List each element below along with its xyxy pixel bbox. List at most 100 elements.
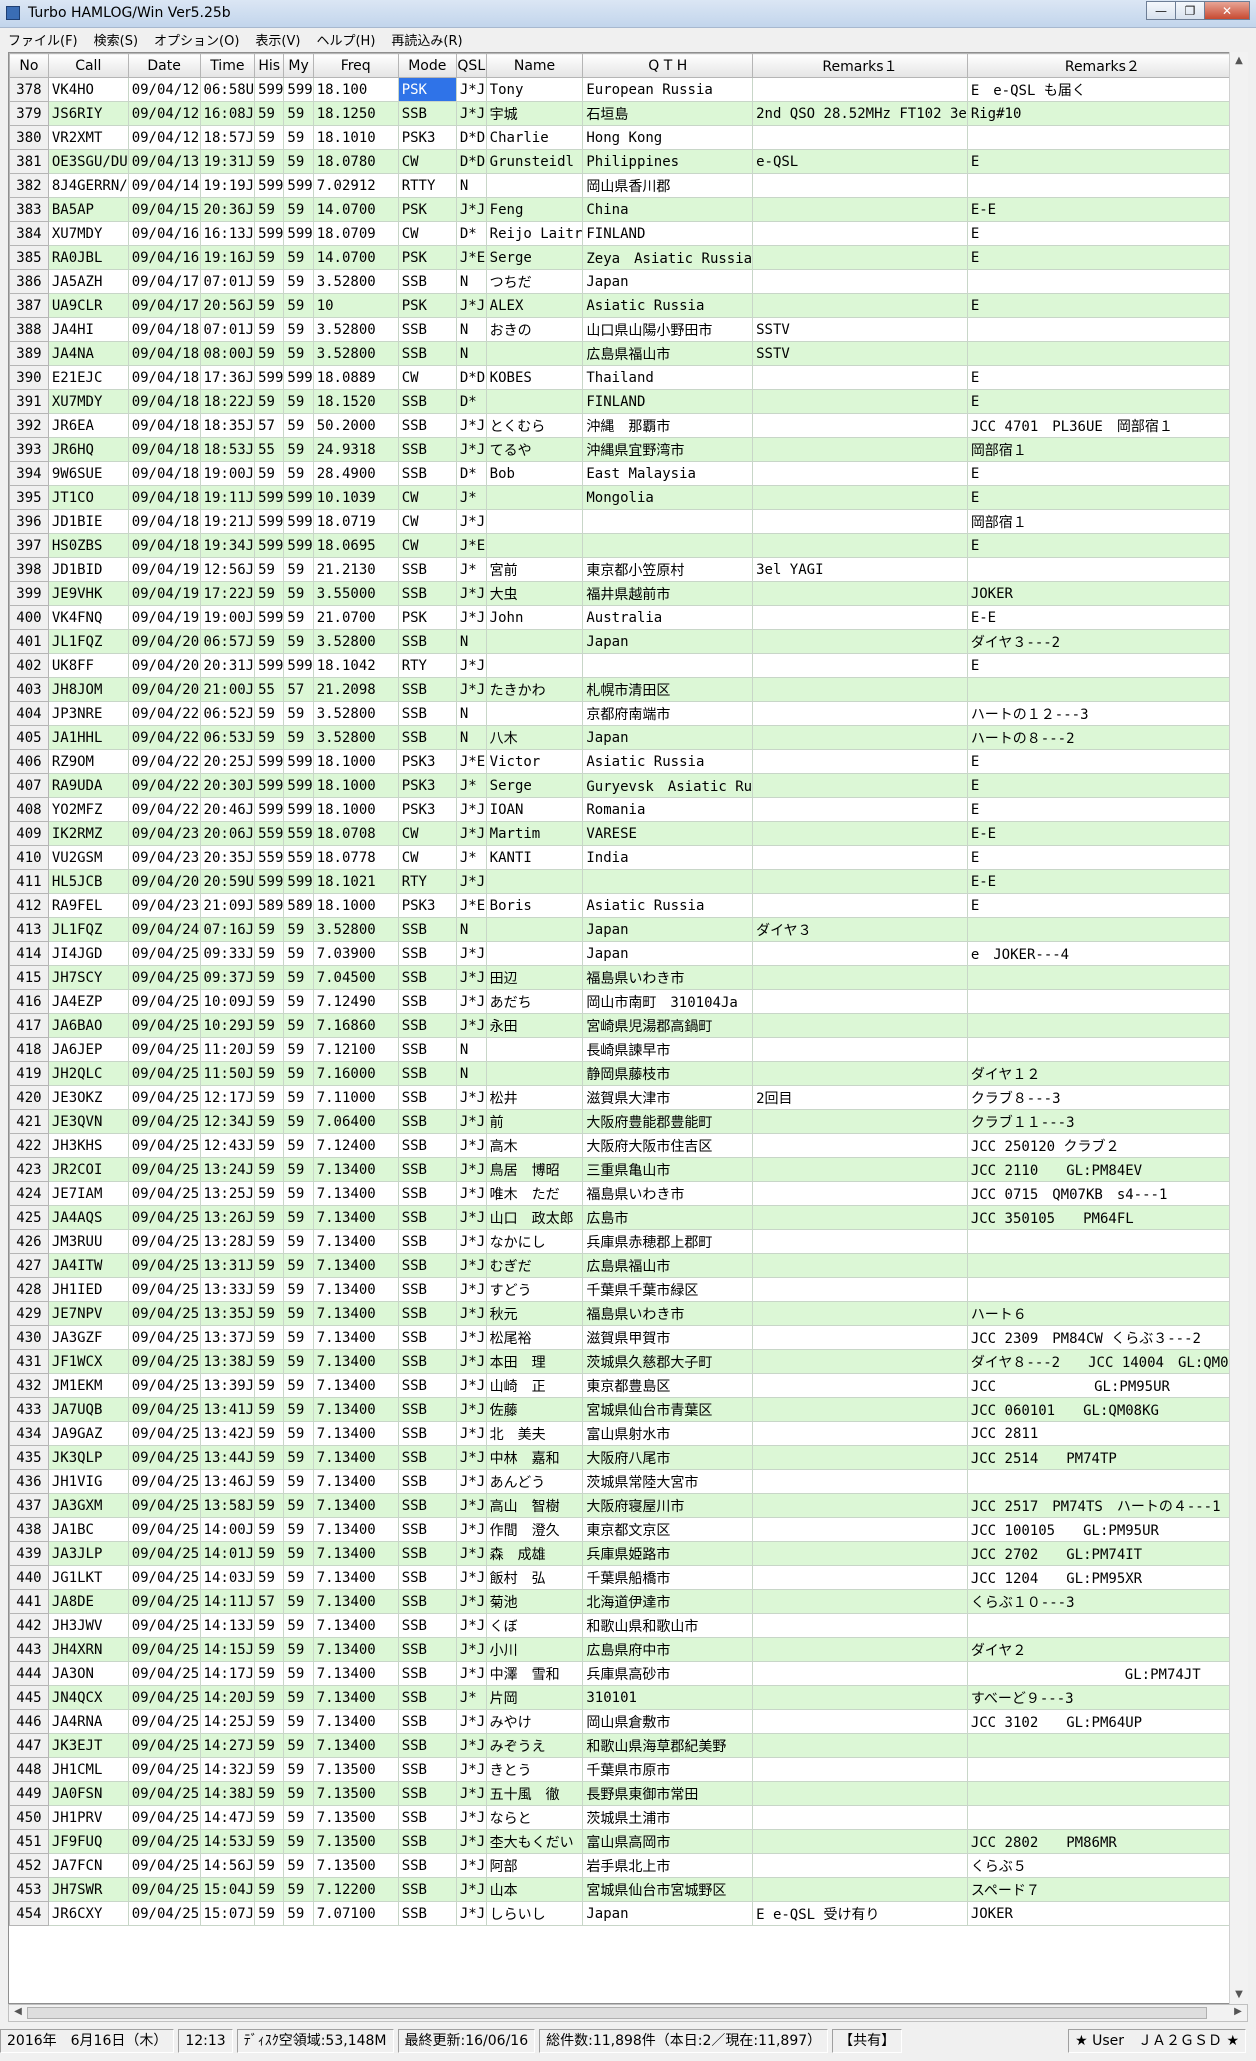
- cell-name[interactable]: Tony: [485, 77, 584, 102]
- cell-call[interactable]: JE7NPV: [47, 1301, 129, 1326]
- cell-my[interactable]: 59: [283, 1781, 314, 1806]
- cell-call[interactable]: JA4NA: [47, 341, 129, 366]
- cell-my[interactable]: 59: [283, 1685, 314, 1710]
- log-row[interactable]: 386 JA5AZH 09/04/17 07:01J 59 59 3.52800 SSB N つち…: [9, 269, 1247, 294]
- cell-time[interactable]: 17:36J: [199, 365, 256, 390]
- cell-remarks2[interactable]: JCC GL:PM95UR: [966, 1373, 1238, 1398]
- cell-remarks1[interactable]: [752, 1013, 968, 1038]
- cell-mode[interactable]: PSK3: [397, 125, 457, 150]
- cell-qth[interactable]: Asiatic Russia: [582, 293, 754, 318]
- cell-qsl[interactable]: J*J: [455, 101, 487, 126]
- cell-my[interactable]: 59: [283, 101, 314, 126]
- cell-remarks2[interactable]: [966, 1781, 1238, 1806]
- cell-freq[interactable]: 21.2130: [312, 557, 399, 582]
- cell-his[interactable]: 59: [254, 1565, 285, 1590]
- cell-his[interactable]: 599: [254, 797, 285, 822]
- cell-qth[interactable]: Thailand: [582, 365, 754, 390]
- cell-no[interactable]: 448: [9, 1757, 49, 1782]
- cell-time[interactable]: 14:00J: [199, 1517, 256, 1542]
- cell-date[interactable]: 09/04/18: [127, 509, 201, 534]
- cell-his[interactable]: 59: [254, 1037, 285, 1062]
- log-row[interactable]: 397 HS0ZBS 09/04/18 19:34J 599 599 18.0695 CW J*…: [9, 533, 1247, 558]
- cell-his[interactable]: 59: [254, 1757, 285, 1782]
- cell-call[interactable]: JE3QVN: [47, 1109, 129, 1134]
- cell-time[interactable]: 20:56J: [199, 293, 256, 318]
- cell-no[interactable]: 440: [9, 1565, 49, 1590]
- cell-time[interactable]: 14:56J: [199, 1853, 256, 1878]
- column-header-time[interactable]: Time: [199, 53, 256, 78]
- log-row[interactable]: 394 9W6SUE 09/04/18 19:00J 59 59 28.4900 SSB D* B…: [9, 461, 1247, 486]
- cell-mode[interactable]: CW: [397, 365, 457, 390]
- cell-remarks2[interactable]: E: [966, 893, 1238, 918]
- cell-freq[interactable]: 18.0780: [312, 149, 399, 174]
- cell-remarks1[interactable]: [752, 293, 968, 318]
- cell-freq[interactable]: 7.13400: [312, 1517, 399, 1542]
- cell-remarks1[interactable]: [752, 1109, 968, 1134]
- cell-remarks1[interactable]: [752, 1133, 968, 1158]
- cell-mode[interactable]: SSB: [397, 101, 457, 126]
- cell-my[interactable]: 559: [283, 821, 314, 846]
- log-row[interactable]: 428 JH1IED 09/04/25 13:33J 59 59 7.13400 SSB J*J…: [9, 1277, 1247, 1302]
- cell-mode[interactable]: SSB: [397, 1109, 457, 1134]
- cell-remarks2[interactable]: JOKER: [966, 581, 1238, 606]
- cell-no[interactable]: 395: [9, 485, 49, 510]
- cell-my[interactable]: 59: [283, 1061, 314, 1086]
- cell-his[interactable]: 59: [254, 317, 285, 342]
- cell-no[interactable]: 412: [9, 893, 49, 918]
- cell-qth[interactable]: Japan: [582, 629, 754, 654]
- log-row[interactable]: 383 BA5AP 09/04/15 20:36J 59 59 14.0700 PSK J*J F…: [9, 197, 1247, 222]
- cell-date[interactable]: 09/04/25: [127, 1685, 201, 1710]
- cell-no[interactable]: 413: [9, 917, 49, 942]
- cell-his[interactable]: 599: [254, 653, 285, 678]
- cell-no[interactable]: 441: [9, 1589, 49, 1614]
- log-row[interactable]: 430 JA3GZF 09/04/25 13:37J 59 59 7.13400 SSB J*J…: [9, 1325, 1247, 1350]
- cell-mode[interactable]: SSB: [397, 1637, 457, 1662]
- cell-date[interactable]: 09/04/25: [127, 1253, 201, 1278]
- cell-no[interactable]: 394: [9, 461, 49, 486]
- cell-my[interactable]: 59: [283, 1613, 314, 1638]
- cell-qsl[interactable]: N: [455, 173, 487, 198]
- cell-qsl[interactable]: J*J: [455, 1133, 487, 1158]
- cell-remarks1[interactable]: 2回目: [752, 1085, 968, 1110]
- log-row[interactable]: 431 JF1WCX 09/04/25 13:38J 59 59 7.13400 SSB J*J…: [9, 1349, 1247, 1374]
- cell-date[interactable]: 09/04/23: [127, 893, 201, 918]
- log-row[interactable]: 390 E21EJC 09/04/18 17:36J 599 599 18.0889 CW D*…: [9, 365, 1247, 390]
- cell-call[interactable]: BA5AP: [47, 197, 129, 222]
- cell-remarks1[interactable]: [752, 461, 968, 486]
- scroll-right-icon[interactable]: ▶: [1229, 2003, 1247, 2021]
- cell-name[interactable]: Serge: [485, 245, 584, 270]
- cell-qsl[interactable]: J*J: [455, 509, 487, 534]
- cell-no[interactable]: 401: [9, 629, 49, 654]
- log-row[interactable]: 409 IK2RMZ 09/04/23 20:06J 559 559 18.0708 CW J*…: [9, 821, 1247, 846]
- cell-his[interactable]: 59: [254, 245, 285, 270]
- cell-name[interactable]: Reijo Laitr: [485, 221, 584, 246]
- cell-remarks2[interactable]: [966, 1469, 1238, 1494]
- cell-qth[interactable]: 和歌山県海草郡紀美野: [582, 1733, 754, 1758]
- cell-date[interactable]: 09/04/25: [127, 1469, 201, 1494]
- cell-remarks2[interactable]: JCC 3102 GL:PM64UP: [966, 1709, 1238, 1734]
- cell-time[interactable]: 07:16J: [199, 917, 256, 942]
- cell-my[interactable]: 599: [283, 173, 314, 198]
- cell-remarks1[interactable]: [752, 653, 968, 678]
- cell-freq[interactable]: 3.52800: [312, 725, 399, 750]
- cell-remarks1[interactable]: [752, 1853, 968, 1878]
- log-row[interactable]: 436 JH1VIG 09/04/25 13:46J 59 59 7.13400 SSB J*J…: [9, 1469, 1247, 1494]
- cell-his[interactable]: 59: [254, 149, 285, 174]
- cell-qth[interactable]: 和歌山県和歌山市: [582, 1613, 754, 1638]
- cell-freq[interactable]: 3.52800: [312, 701, 399, 726]
- cell-freq[interactable]: 21.0700: [312, 605, 399, 630]
- cell-no[interactable]: 454: [9, 1901, 49, 1926]
- cell-time[interactable]: 13:25J: [199, 1181, 256, 1206]
- log-row[interactable]: 393 JR6HQ 09/04/18 18:53J 55 59 24.9318 SSB J*J て…: [9, 437, 1247, 462]
- cell-name[interactable]: [485, 533, 584, 558]
- cell-no[interactable]: 389: [9, 341, 49, 366]
- cell-freq[interactable]: 18.1021: [312, 869, 399, 894]
- cell-qth[interactable]: 東京都文京区: [582, 1517, 754, 1542]
- cell-call[interactable]: JI4JGD: [47, 941, 129, 966]
- cell-freq[interactable]: 7.04500: [312, 965, 399, 990]
- cell-mode[interactable]: PSK3: [397, 749, 457, 774]
- cell-date[interactable]: 09/04/25: [127, 1829, 201, 1854]
- cell-remarks2[interactable]: クラブ１１---3: [966, 1109, 1238, 1134]
- cell-name[interactable]: Boris: [485, 893, 584, 918]
- cell-his[interactable]: 59: [254, 965, 285, 990]
